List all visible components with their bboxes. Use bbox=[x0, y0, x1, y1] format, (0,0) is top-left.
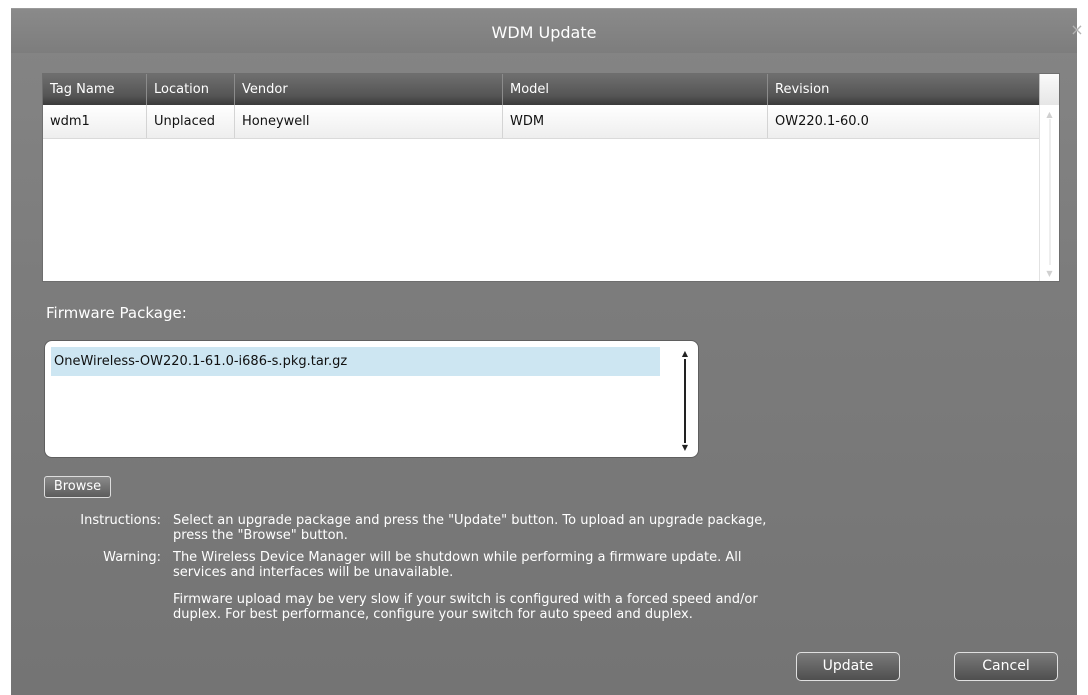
warning-note-text: Firmware upload may be very slow if your… bbox=[173, 592, 758, 622]
table-scrollbar[interactable]: ▲ ▼ bbox=[1039, 105, 1059, 281]
firmware-package-label: Firmware Package: bbox=[46, 304, 187, 322]
dialog-titlebar: WDM Update × bbox=[11, 9, 1084, 53]
scroll-down-arrow-icon[interactable]: ▼ bbox=[680, 443, 690, 453]
list-item[interactable]: OneWireless-OW220.1-61.0-i686-s.pkg.tar.… bbox=[51, 347, 660, 376]
warning-label: Warning: bbox=[103, 550, 161, 565]
column-header-location[interactable]: Location bbox=[147, 74, 235, 105]
wdm-update-dialog: WDM Update × Tag Name Location Vendor Mo… bbox=[11, 8, 1084, 695]
column-header-model[interactable]: Model bbox=[503, 74, 768, 105]
scroll-up-arrow-icon[interactable]: ▲ bbox=[680, 349, 690, 359]
firmware-package-list[interactable]: OneWireless-OW220.1-61.0-i686-s.pkg.tar.… bbox=[44, 340, 699, 458]
table-header: Tag Name Location Vendor Model Revision bbox=[43, 74, 1039, 105]
dialog-title: WDM Update bbox=[491, 23, 597, 42]
column-header-revision[interactable]: Revision bbox=[768, 74, 1039, 105]
cell-vendor: Honeywell bbox=[235, 105, 503, 138]
scrollbar-thumb[interactable] bbox=[684, 359, 686, 443]
instructions-text: Select an upgrade package and press the … bbox=[173, 513, 767, 543]
column-header-tag-name[interactable]: Tag Name bbox=[43, 74, 147, 105]
warning-text: The Wireless Device Manager will be shut… bbox=[173, 550, 742, 580]
scroll-down-arrow-icon[interactable]: ▼ bbox=[1040, 269, 1059, 279]
table-row[interactable]: wdm1 Unplaced Honeywell WDM OW220.1-60.0 bbox=[43, 105, 1039, 139]
column-header-vendor[interactable]: Vendor bbox=[235, 74, 503, 105]
scrollbar-track[interactable] bbox=[1049, 119, 1051, 265]
cell-revision: OW220.1-60.0 bbox=[775, 114, 869, 129]
instructions-label: Instructions: bbox=[80, 513, 161, 528]
update-button[interactable]: Update bbox=[796, 652, 900, 681]
cell-model: WDM bbox=[503, 105, 768, 138]
cell-tag-name: wdm1 bbox=[43, 105, 147, 138]
table-header-corner bbox=[1039, 74, 1059, 105]
browse-button[interactable]: Browse bbox=[44, 476, 111, 498]
close-icon[interactable]: × bbox=[1069, 21, 1085, 39]
device-table: Tag Name Location Vendor Model Revision … bbox=[42, 73, 1060, 282]
cancel-button[interactable]: Cancel bbox=[954, 652, 1058, 681]
list-scrollbar[interactable]: ▲ ▼ bbox=[680, 349, 690, 453]
cell-location: Unplaced bbox=[147, 105, 235, 138]
